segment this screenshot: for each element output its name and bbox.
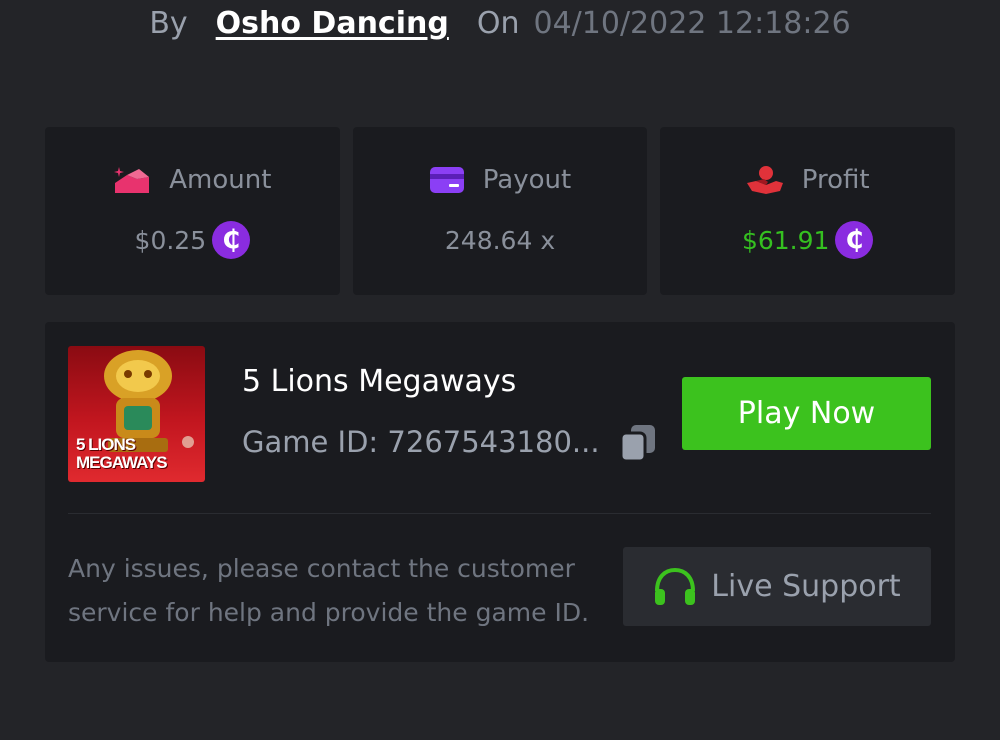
amount-icon	[114, 167, 150, 193]
play-now-button[interactable]: Play Now	[682, 377, 931, 450]
payout-card: Payout 248.64 x	[352, 127, 648, 295]
payout-label: Payout	[482, 165, 572, 195]
coin-icon: ₵	[212, 221, 251, 259]
live-support-button[interactable]: Live Support	[623, 547, 931, 626]
game-title: 5 Lions Megaways	[242, 364, 517, 399]
coin-icon: ₵	[835, 221, 874, 259]
game-panel: 5 LIONS MEGAWAYS 5 Lions Megaways Game I…	[45, 322, 955, 662]
copy-icon[interactable]	[619, 423, 657, 463]
profit-card: Profit $61.91 ₵	[660, 127, 956, 295]
live-support-label: Live Support	[711, 569, 901, 604]
divider	[68, 513, 931, 514]
card-icon	[429, 167, 464, 193]
byline: By Osho Dancing On 04/10/2022 12:18:26	[0, 0, 1000, 46]
support-message: Any issues, please contact the customer …	[68, 554, 590, 627]
payout-value: 248.64 x	[444, 225, 556, 255]
amount-label: Amount	[169, 165, 272, 195]
amount-value: $0.25	[134, 225, 207, 255]
amount-card: Amount $0.25 ₵	[45, 127, 340, 295]
author-link[interactable]: Osho Dancing	[216, 6, 449, 41]
bet-datetime: 04/10/2022 12:18:26	[533, 5, 851, 41]
bet-detail-page: By Osho Dancing On 04/10/2022 12:18:26 A…	[0, 0, 1000, 740]
stats-row: Amount $0.25 ₵ Payout 248.64 x Profit $6…	[45, 127, 956, 295]
hand-coin-icon	[746, 166, 783, 194]
headset-icon	[655, 567, 696, 605]
game-id: Game ID: 7267543180...	[242, 425, 600, 459]
profit-label: Profit	[801, 165, 870, 195]
on-label: On	[476, 5, 520, 41]
profit-value: $61.91	[741, 225, 830, 255]
by-label: By	[149, 5, 188, 41]
thumbnail-logo-text: 5 LIONS MEGAWAYS	[76, 435, 168, 472]
game-thumbnail[interactable]: 5 LIONS MEGAWAYS	[68, 346, 205, 482]
